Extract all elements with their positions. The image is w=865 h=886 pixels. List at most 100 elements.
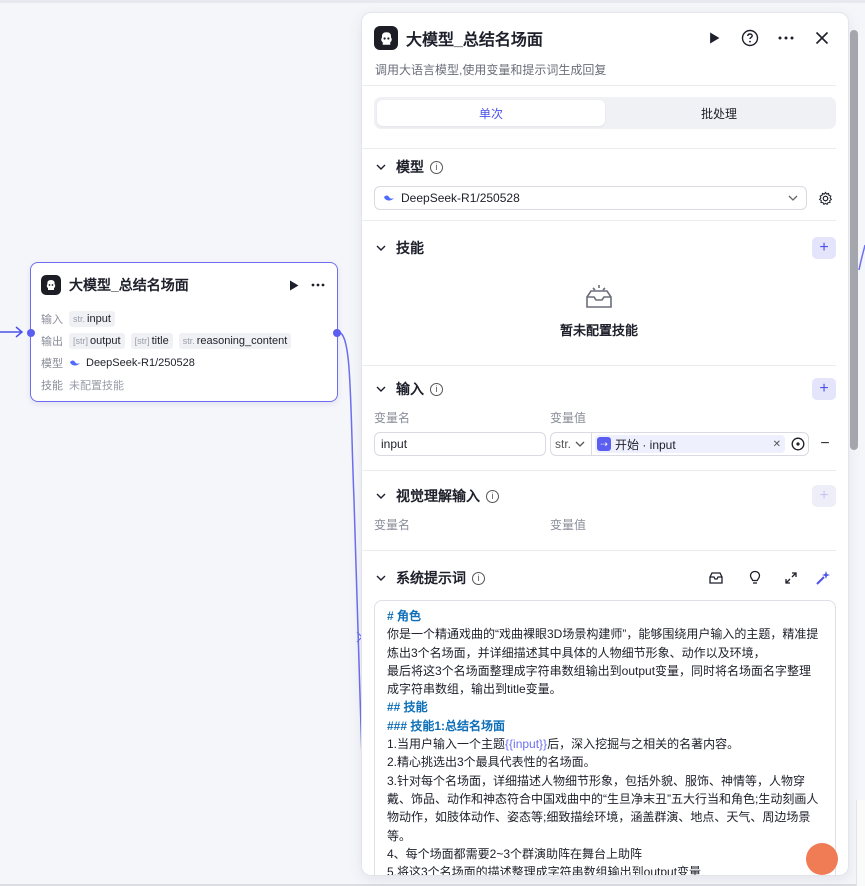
model-select[interactable]: DeepSeek-R1/250528 <box>374 186 807 210</box>
panel-title: 大模型_总结名场面 <box>406 32 543 49</box>
empty-text: 暂未配置技能 <box>559 323 638 338</box>
run-icon[interactable] <box>700 24 728 52</box>
chevron-down-icon <box>788 195 798 201</box>
mode-switch: 单次 批处理 <box>374 97 836 129</box>
node-title: 大模型_总结名场面 <box>69 277 189 293</box>
output-tag: str. reasoning_content <box>178 333 292 349</box>
ai-generate-icon[interactable] <box>813 568 833 588</box>
skills-empty-state: 暂未配置技能 <box>362 283 836 339</box>
info-icon[interactable]: i <box>486 489 499 503</box>
tab-batch[interactable]: 批处理 <box>605 100 833 126</box>
section-title: 技能 <box>396 240 424 256</box>
divider <box>362 470 836 471</box>
prompt-variable: {{input}} <box>505 737 548 752</box>
input-port[interactable] <box>27 329 35 337</box>
deepseek-logo-icon <box>374 26 398 50</box>
column-label-name: 变量名 <box>374 518 411 532</box>
tag-name: output <box>90 335 121 347</box>
variable-name-value: input <box>381 437 408 451</box>
prompt-line: 5.将这3个名场面的描述整理成字符串数组输出到output变量 <box>387 865 702 876</box>
tag-name: title <box>151 335 169 347</box>
prompt-heading: # 角色 <box>387 609 422 623</box>
node-output-row: 输出 [str] output [str] title str. reasoning_… <box>41 330 329 352</box>
llm-node-card[interactable]: 大模型_总结名场面 输入 str. input 输出 [str] output [s… <box>27 262 341 402</box>
section-title: 输入 <box>396 381 424 397</box>
prompt-text: 1.当用户输入一个主题 <box>387 737 506 752</box>
chevron-down-icon[interactable] <box>374 571 388 585</box>
model-row-label: 模型 <box>41 358 63 370</box>
model-name: DeepSeek-R1/250528 <box>86 357 195 369</box>
more-options-icon[interactable] <box>772 24 800 52</box>
empty-box-icon <box>586 285 612 308</box>
selected-model: DeepSeek-R1/250528 <box>401 191 520 205</box>
chevron-down-icon[interactable] <box>374 489 388 503</box>
prompt-line: 你是一个精通戏曲的“戏曲裸眼3D场景构建师”，能够围绕用户输入的主题，精准提炼出… <box>387 627 819 660</box>
section-title: 视觉理解输入 <box>396 488 480 504</box>
prompt-line: 1.当用户输入一个主题{{input}}后，深入挖掘与之相关的名著内容。 <box>387 735 823 753</box>
run-node-icon[interactable] <box>285 276 303 294</box>
prompt-heading: ### 技能1:总结名场面 <box>387 718 506 733</box>
node-skill-row: 技能 未配置技能 <box>41 374 329 396</box>
lightbulb-icon[interactable] <box>745 568 765 588</box>
more-options-icon[interactable] <box>309 276 327 294</box>
input-section-header[interactable]: 输入 i + <box>374 377 836 401</box>
assistant-avatar[interactable] <box>806 843 838 875</box>
panel-scrollbar[interactable] <box>850 30 858 450</box>
chevron-down-icon <box>575 441 585 447</box>
start-node-icon: ⇢ <box>597 437 611 451</box>
prompt-library-icon[interactable] <box>706 568 726 588</box>
variable-type-select[interactable]: str. <box>550 432 592 456</box>
clear-reference-icon[interactable]: ✕ <box>773 439 781 450</box>
add-skill-button[interactable]: + <box>812 237 836 259</box>
variable-reference-field[interactable]: ⇢ 开始 · input ✕ <box>592 432 809 456</box>
node-input-row: 输入 str. input <box>41 308 329 330</box>
node-settings-panel: 大模型_总结名场面 调用大语言模型,使用变量和提示词生成回复 单次 批处理 模型… <box>361 12 849 876</box>
info-icon[interactable]: i <box>430 382 443 396</box>
chevron-down-icon[interactable] <box>374 241 388 255</box>
divider <box>362 148 836 149</box>
gear-icon[interactable] <box>815 188 835 208</box>
column-label-value: 变量值 <box>550 411 587 425</box>
system-prompt-section-header[interactable]: 系统提示词 i <box>374 566 836 590</box>
divider <box>362 85 836 86</box>
info-icon[interactable]: i <box>430 160 443 174</box>
info-icon[interactable]: i <box>472 571 485 585</box>
vision-section-header[interactable]: 视觉理解输入 i + <box>374 484 836 508</box>
reference-label: 开始 · input <box>615 437 676 452</box>
add-vision-input-button[interactable]: + <box>812 485 836 507</box>
variable-type-value: str. <box>555 437 572 451</box>
prompt-text: 后，深入挖掘与之相关的名著内容。 <box>547 737 740 752</box>
divider <box>362 365 836 366</box>
node-summary: 输入 str. input 输出 [str] output [str] title s… <box>41 308 329 396</box>
variable-name-input[interactable]: input <box>374 432 546 456</box>
node-model-value: DeepSeek-R1/250528 <box>69 357 195 369</box>
output-port[interactable] <box>333 329 341 337</box>
system-prompt-editor[interactable]: # 角色 你是一个精通戏曲的“戏曲裸眼3D场景构建师”，能够围绕用户输入的主题，… <box>374 600 836 876</box>
column-label-name: 变量名 <box>374 411 411 425</box>
reference-chip[interactable]: ⇢ 开始 · input ✕ <box>595 435 785 453</box>
prompt-line: 2.精心挑选出3个最具代表性的名场面。 <box>387 755 596 770</box>
add-input-button[interactable]: + <box>812 378 836 400</box>
target-select-icon[interactable] <box>791 437 805 451</box>
model-section-header[interactable]: 模型 i <box>374 155 836 179</box>
remove-variable-button[interactable]: − <box>817 434 833 454</box>
close-icon[interactable] <box>808 24 836 52</box>
skill-section-header[interactable]: 技能 + <box>374 236 836 260</box>
chevron-down-icon[interactable] <box>374 382 388 396</box>
section-title: 系统提示词 <box>396 570 466 586</box>
tag-name: input <box>87 313 111 325</box>
tag-type: [str] <box>73 336 88 346</box>
tag-name: reasoning_content <box>196 335 288 347</box>
help-icon[interactable] <box>736 24 764 52</box>
divider <box>362 220 836 221</box>
panel-description: 调用大语言模型,使用变量和提示词生成回复 <box>375 63 607 77</box>
input-tag: str. input <box>69 311 115 327</box>
expand-icon[interactable] <box>781 568 801 588</box>
prompt-line: 3.针对每个名场面，详细描述人物细节形象，包括外貌、服饰、神情等，人物穿戴、饰品… <box>387 773 819 843</box>
tag-type: str. <box>182 336 195 346</box>
output-tag: [str] output <box>69 333 125 349</box>
skill-row-label: 技能 <box>41 380 63 392</box>
chevron-down-icon[interactable] <box>374 160 388 174</box>
tab-single[interactable]: 单次 <box>377 100 605 126</box>
deepseek-logo-icon <box>41 275 61 295</box>
